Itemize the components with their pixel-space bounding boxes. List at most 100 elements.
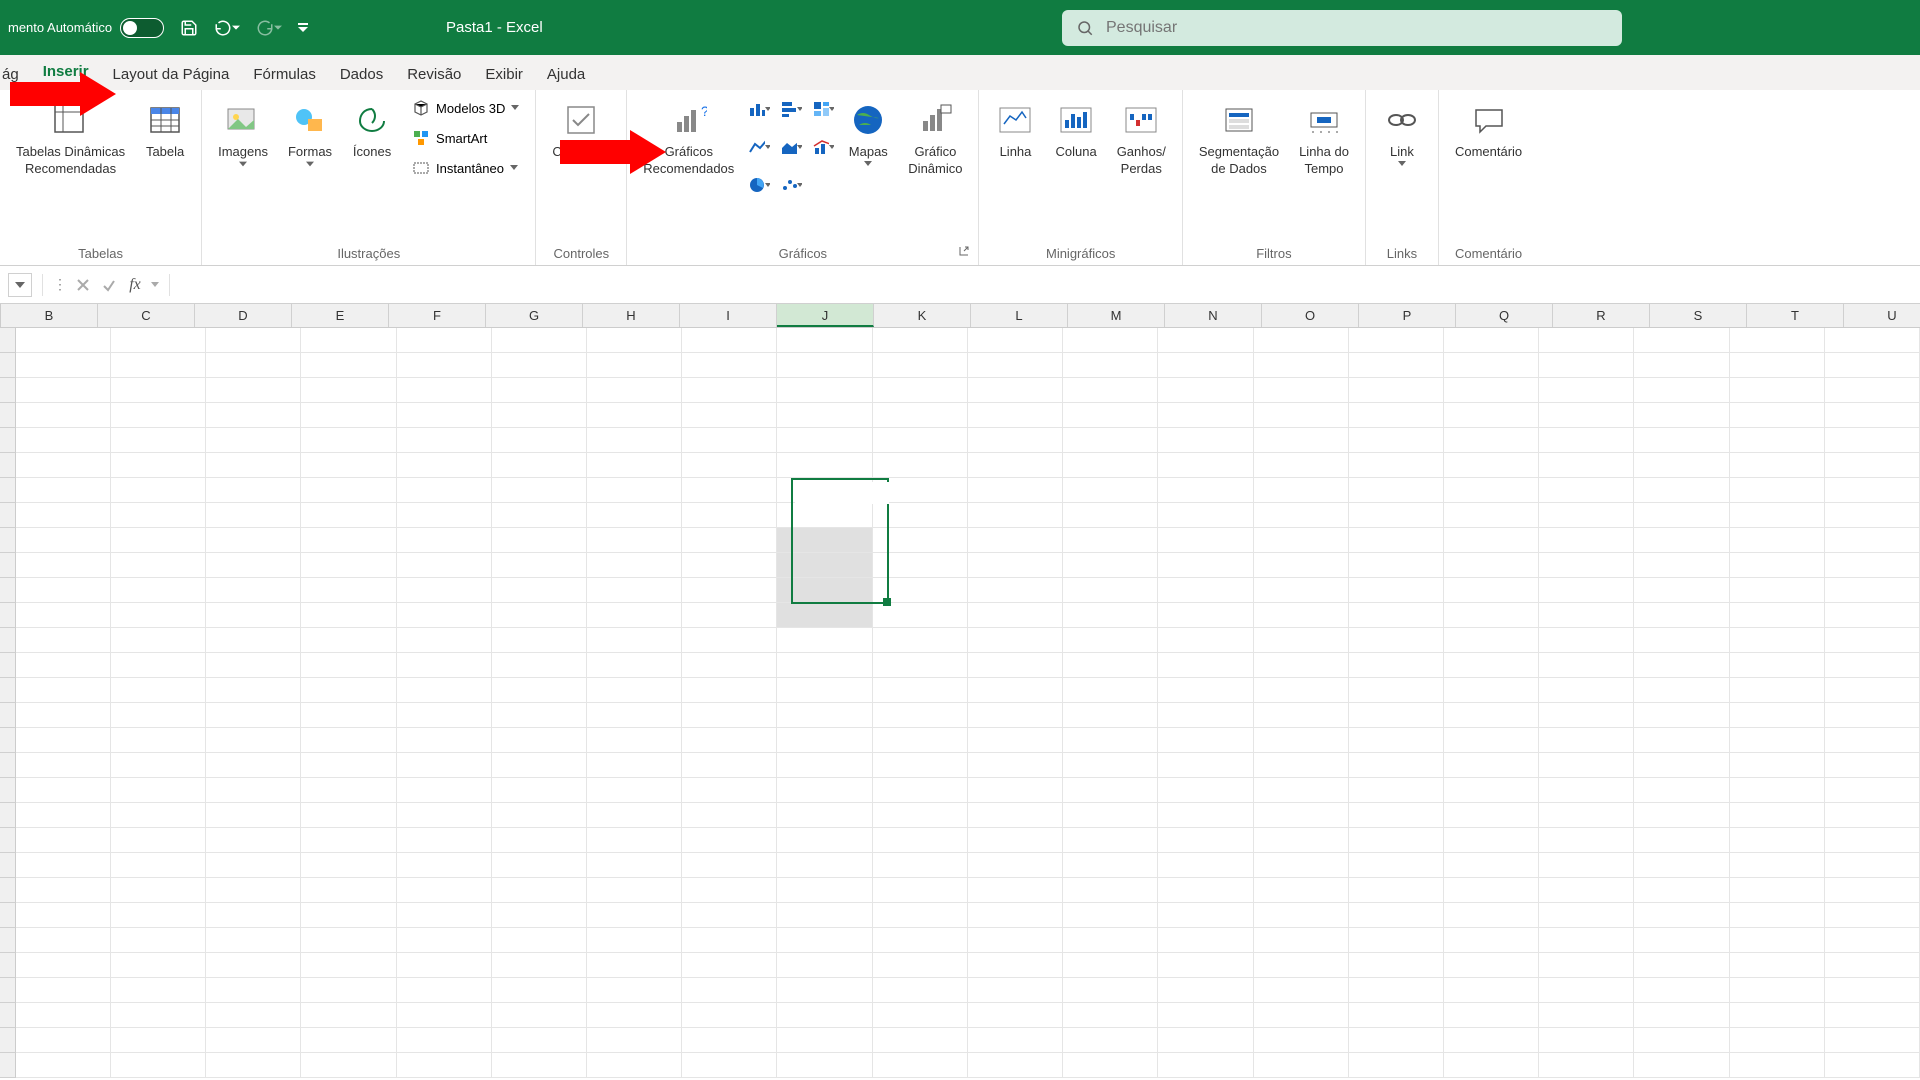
instantaneo-button[interactable]: Instantâneo [406,156,525,180]
sparkline-winloss-icon [1121,100,1161,140]
column-header-P[interactable]: P [1359,304,1456,327]
svg-text:?: ? [701,103,707,119]
redo-icon[interactable] [256,19,282,37]
sparkline-ganhos-button[interactable]: Ganhos/ Perdas [1111,96,1172,182]
maps-icon [848,100,888,140]
table-icon [145,100,185,140]
3d-models-icon [412,99,430,117]
save-icon[interactable] [180,19,198,37]
smartart-button[interactable]: SmartArt [406,126,525,150]
link-button[interactable]: Link [1376,96,1428,171]
bar-chart-icon[interactable] [780,98,802,120]
ribbon-group-graficos: ? Gráficos Recomendados [627,90,979,265]
imagens-button[interactable]: Imagens [212,96,274,171]
sparkline-column-icon [1056,100,1096,140]
customize-qat-icon[interactable] [298,23,308,33]
images-icon [223,100,263,140]
tab-layout[interactable]: Layout da Página [101,59,242,90]
column-header-S[interactable]: S [1650,304,1747,327]
column-header-M[interactable]: M [1068,304,1165,327]
area-chart-icon[interactable] [780,136,802,158]
ribbon-group-tabelas: ? Tabelas Dinâmicas Recomendadas Tabela … [0,90,202,265]
charts-dialog-launcher[interactable] [958,245,972,259]
fx-dropdown-icon[interactable] [151,282,159,288]
column-header-D[interactable]: D [195,304,292,327]
column-header-N[interactable]: N [1165,304,1262,327]
checkbox-icon [561,100,601,140]
autosave-toggle-group: mento Automático [8,18,164,38]
annotation-arrow-2 [560,140,630,164]
column-header-C[interactable]: C [98,304,195,327]
column-header-Q[interactable]: Q [1456,304,1553,327]
segmentacao-button[interactable]: Segmentação de Dados [1193,96,1285,182]
sparkline-line-icon [995,100,1035,140]
pivot-tables-label: Tabelas Dinâmicas Recomendadas [16,144,125,178]
ribbon-group-comentarios: Comentário Comentário [1439,90,1538,265]
link-icon [1382,100,1422,140]
quick-access-toolbar [180,19,308,37]
grafico-dinamico-button[interactable]: Gráfico Dinâmico [902,96,968,182]
column-header-G[interactable]: G [486,304,583,327]
line-chart-icon[interactable] [748,136,770,158]
column-header-O[interactable]: O [1262,304,1359,327]
column-header-K[interactable]: K [874,304,971,327]
column-chart-icon[interactable] [748,98,770,120]
column-header-I[interactable]: I [680,304,777,327]
smartart-icon [412,129,430,147]
undo-icon[interactable] [214,19,240,37]
cancel-icon[interactable] [73,275,93,295]
ribbon-tabs: ág Inserir Layout da Página Fórmulas Dad… [0,55,1920,90]
namebox-dropdown[interactable] [8,273,32,297]
titlebar: mento Automático Pasta1 - Excel [0,0,1920,55]
icones-button[interactable]: Ícones [346,96,398,165]
column-header-L[interactable]: L [971,304,1068,327]
column-header-B[interactable]: B [1,304,98,327]
linhatempo-button[interactable]: Linha do Tempo [1293,96,1355,182]
icons-icon [352,100,392,140]
rows-area[interactable] [0,328,1920,1078]
enter-icon[interactable] [99,275,119,295]
recommended-charts-icon: ? [669,100,709,140]
ribbon-group-minigraficos: Linha Coluna Ganhos/ Perdas Minigráficos [979,90,1182,265]
ribbon-group-links: Link Links [1366,90,1439,265]
column-header-H[interactable]: H [583,304,680,327]
column-header-F[interactable]: F [389,304,486,327]
fx-icon[interactable]: fx [125,275,145,295]
column-headers: BCDEFGHIJKLMNOPQRSTU [0,304,1920,328]
screenshot-icon [412,159,430,177]
ribbon-group-ilustracoes: Imagens Formas Ícones Modelos 3D [202,90,536,265]
tab-formulas[interactable]: Fórmulas [241,59,328,90]
pie-chart-icon[interactable] [748,174,770,196]
search-box[interactable] [1062,10,1622,46]
autosave-label: mento Automático [8,20,112,35]
hierarchy-chart-icon[interactable] [812,98,834,120]
scatter-chart-icon[interactable] [780,174,802,196]
tabela-button[interactable]: Tabela [139,96,191,165]
ribbon-group-controles: Checkbox Controles [536,90,627,265]
search-input[interactable] [1106,19,1608,37]
group-label-tabelas: Tabelas [78,243,123,261]
autosave-toggle[interactable] [120,18,164,38]
tab-dados[interactable]: Dados [328,59,395,90]
formula-bar: ⋮ fx [0,266,1920,304]
filename: Pasta1 - Excel [446,19,543,36]
comentario-button[interactable]: Comentário [1449,96,1528,165]
column-header-R[interactable]: R [1553,304,1650,327]
tab-revisao[interactable]: Revisão [395,59,473,90]
tab-exibir[interactable]: Exibir [473,59,535,90]
annotation-arrow-1 [10,82,80,106]
modelos3d-button[interactable]: Modelos 3D [406,96,525,120]
combo-chart-icon[interactable] [812,136,834,158]
formas-button[interactable]: Formas [282,96,338,171]
column-header-U[interactable]: U [1844,304,1920,327]
ribbon-group-filtros: Segmentação de Dados Linha do Tempo Filt… [1183,90,1366,265]
formula-input[interactable] [180,272,1912,298]
sparkline-linha-button[interactable]: Linha [989,96,1041,165]
shapes-icon [290,100,330,140]
column-header-T[interactable]: T [1747,304,1844,327]
tab-ajuda[interactable]: Ajuda [535,59,597,90]
column-header-E[interactable]: E [292,304,389,327]
sparkline-coluna-button[interactable]: Coluna [1049,96,1102,165]
mapas-button[interactable]: Mapas [842,96,894,171]
column-header-J[interactable]: J [777,304,874,327]
